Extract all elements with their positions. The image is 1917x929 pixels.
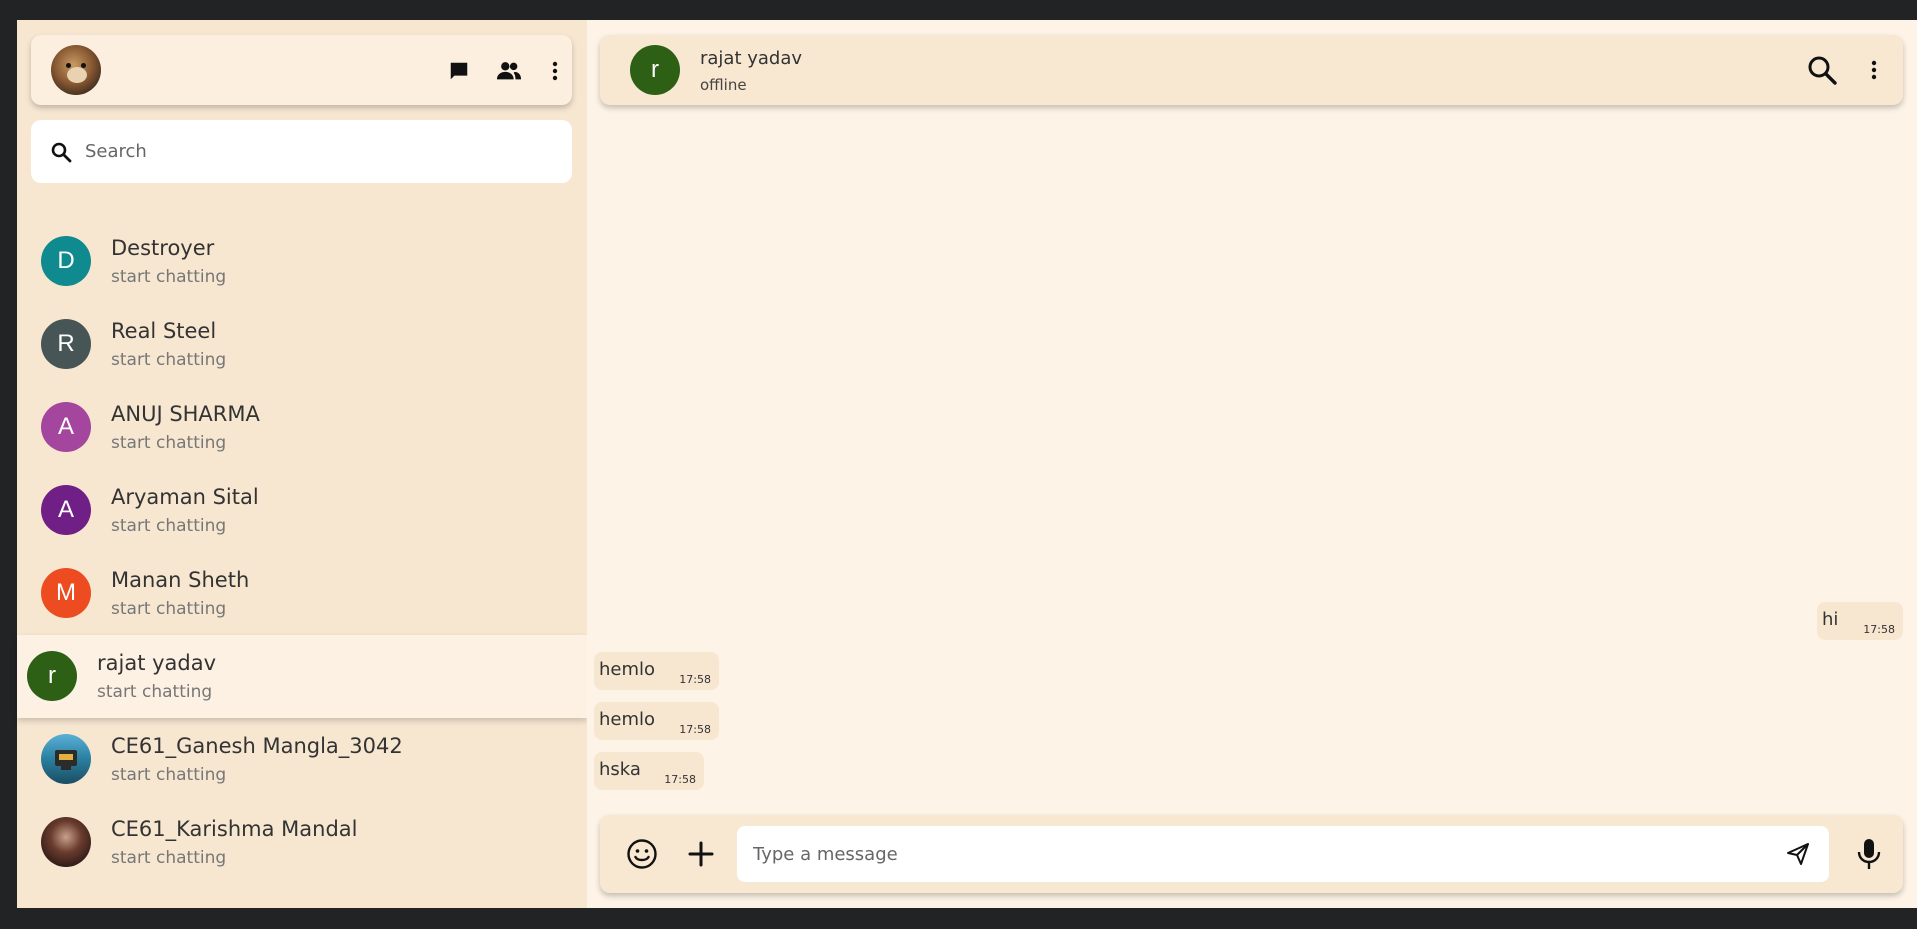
- message-time: 17:58: [1863, 623, 1895, 636]
- contact-preview: start chatting: [111, 350, 227, 370]
- contact-item-anuj-sharma[interactable]: A ANUJ SHARMA start chatting: [17, 386, 587, 469]
- contact-preview: start chatting: [111, 516, 227, 536]
- message-time: 17:58: [679, 723, 711, 736]
- contact-preview: start chatting: [111, 267, 227, 287]
- chat-header: r rajat yadav offline: [600, 35, 1903, 105]
- contact-item-manan-sheth[interactable]: M Manan Sheth start chatting: [17, 552, 587, 635]
- message-text: hemlo: [599, 659, 656, 680]
- chat-contact-name: rajat yadav: [700, 48, 803, 69]
- avatar-snout: [67, 67, 87, 83]
- contact-name: CE61_Ganesh Mangla_3042: [111, 734, 403, 758]
- message-text: hska: [599, 759, 641, 780]
- chat-icon[interactable]: [446, 58, 472, 84]
- contact-name: Aryaman Sital: [111, 485, 259, 509]
- plus-icon[interactable]: [683, 836, 719, 872]
- message-composer: [600, 815, 1903, 893]
- emoji-icon[interactable]: [624, 836, 660, 872]
- contact-avatar: R: [41, 319, 91, 369]
- chat-contact-status: offline: [700, 76, 747, 94]
- message-text: hemlo: [599, 709, 656, 730]
- message-incoming[interactable]: hemlo 17:58: [594, 702, 719, 740]
- sidebar-header: [31, 35, 572, 105]
- contact-item-aryaman-sital[interactable]: A Aryaman Sital start chatting: [17, 469, 587, 552]
- message-time: 17:58: [664, 773, 696, 786]
- robot-icon: [55, 750, 77, 770]
- contact-item-real-steel[interactable]: R Real Steel start chatting: [17, 303, 587, 386]
- contact-avatar: [41, 817, 91, 867]
- contact-avatar: A: [41, 402, 91, 452]
- contact-item-karishma-mandal[interactable]: CE61_Karishma Mandal start chatting: [17, 801, 587, 884]
- message-time: 17:58: [679, 673, 711, 686]
- chat-contact-avatar[interactable]: r: [630, 45, 680, 95]
- search-bar: [31, 120, 572, 183]
- profile-avatar[interactable]: [51, 45, 101, 95]
- search-icon[interactable]: [1805, 53, 1839, 87]
- avatar-eye: [66, 63, 71, 68]
- contact-avatar: r: [27, 651, 77, 701]
- message-text: hi: [1822, 609, 1839, 630]
- contact-name: Destroyer: [111, 236, 215, 260]
- contact-name: Manan Sheth: [111, 568, 250, 592]
- contact-item-ganesh-mangla[interactable]: CE61_Ganesh Mangla_3042 start chatting: [17, 718, 587, 801]
- contact-preview: start chatting: [111, 433, 227, 453]
- chat-panel: r rajat yadav offline hi 17:58 hemlo 17:…: [587, 20, 1917, 908]
- search-icon: [51, 142, 72, 162]
- send-icon[interactable]: [1785, 841, 1811, 867]
- contact-name: rajat yadav: [97, 651, 217, 675]
- contact-preview: start chatting: [111, 848, 227, 868]
- message-outgoing[interactable]: hi 17:58: [1817, 602, 1903, 640]
- group-icon[interactable]: [496, 58, 522, 84]
- contact-name: ANUJ SHARMA: [111, 402, 260, 426]
- mic-icon[interactable]: [1851, 836, 1887, 872]
- message-input[interactable]: [753, 826, 1753, 882]
- chat-app: D Destroyer start chatting R Real Steel …: [17, 20, 1917, 908]
- contact-name: Real Steel: [111, 319, 217, 343]
- contact-list: D Destroyer start chatting R Real Steel …: [17, 220, 587, 884]
- message-input-wrap: [737, 826, 1829, 882]
- contact-avatar: [41, 734, 91, 784]
- contact-avatar: A: [41, 485, 91, 535]
- contact-avatar: D: [41, 236, 91, 286]
- contact-item-rajat-yadav[interactable]: r rajat yadav start chatting: [17, 635, 587, 718]
- search-input[interactable]: [85, 141, 555, 162]
- contact-preview: start chatting: [97, 682, 213, 702]
- contact-name: CE61_Karishma Mandal: [111, 817, 358, 841]
- message-incoming[interactable]: hska 17:58: [594, 752, 704, 790]
- contact-item-destroyer[interactable]: D Destroyer start chatting: [17, 220, 587, 303]
- contact-preview: start chatting: [111, 599, 227, 619]
- more-vertical-icon[interactable]: [1857, 53, 1891, 87]
- more-vertical-icon[interactable]: [542, 58, 568, 84]
- contact-avatar: M: [41, 568, 91, 618]
- message-incoming[interactable]: hemlo 17:58: [594, 652, 719, 690]
- contact-preview: start chatting: [111, 765, 227, 785]
- sidebar: D Destroyer start chatting R Real Steel …: [17, 20, 587, 908]
